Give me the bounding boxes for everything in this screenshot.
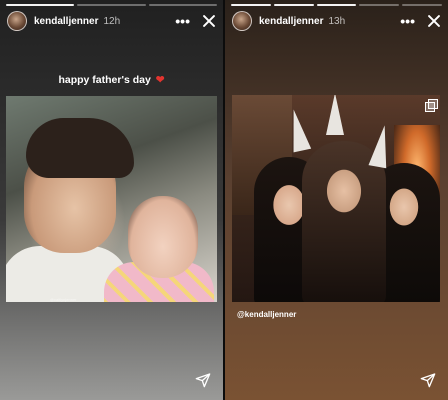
story-progress-bar xyxy=(6,4,217,6)
more-options-icon[interactable]: ••• xyxy=(175,14,190,28)
story-header: kendalljenner 12h ••• xyxy=(7,10,216,32)
avatar[interactable] xyxy=(232,11,252,31)
username[interactable]: kendalljenner xyxy=(34,16,98,27)
close-icon[interactable] xyxy=(202,14,216,28)
progress-segment xyxy=(6,4,75,6)
progress-segment xyxy=(148,4,217,6)
send-icon[interactable] xyxy=(420,372,436,388)
gallery-icon xyxy=(425,99,438,112)
story-panel-left[interactable]: kendalljenner 12h ••• happy father's day… xyxy=(0,0,223,400)
more-options-icon[interactable]: ••• xyxy=(400,14,415,28)
story-header: kendalljenner 13h ••• xyxy=(232,10,441,32)
photo-credit: @caitlynjenner xyxy=(50,297,77,302)
progress-segment xyxy=(231,4,271,6)
avatar[interactable] xyxy=(7,11,27,31)
progress-segment xyxy=(316,4,357,6)
story-photo xyxy=(232,95,440,302)
progress-segment xyxy=(359,4,400,6)
mention-tag[interactable]: @kendalljenner xyxy=(237,310,296,319)
photo-figure xyxy=(128,196,198,278)
post-age: 12h xyxy=(103,15,121,27)
caption-text: happy father's day xyxy=(58,74,151,86)
story-progress-bar xyxy=(231,4,442,6)
story-panel-right[interactable]: kendalljenner 13h ••• @kendalljenner xyxy=(225,0,448,400)
heart-icon: ❤ xyxy=(155,74,165,86)
post-age: 13h xyxy=(328,15,346,27)
progress-segment xyxy=(402,4,442,6)
photo-figure xyxy=(26,118,134,178)
send-icon[interactable] xyxy=(195,372,211,388)
party-hat xyxy=(368,123,394,169)
story-photo: @caitlynjenner xyxy=(6,96,217,302)
close-icon[interactable] xyxy=(427,14,441,28)
progress-segment xyxy=(273,4,314,6)
progress-segment xyxy=(77,4,146,6)
story-caption: happy father's day ❤ xyxy=(0,74,223,86)
party-hat xyxy=(326,95,344,135)
username[interactable]: kendalljenner xyxy=(259,16,323,27)
